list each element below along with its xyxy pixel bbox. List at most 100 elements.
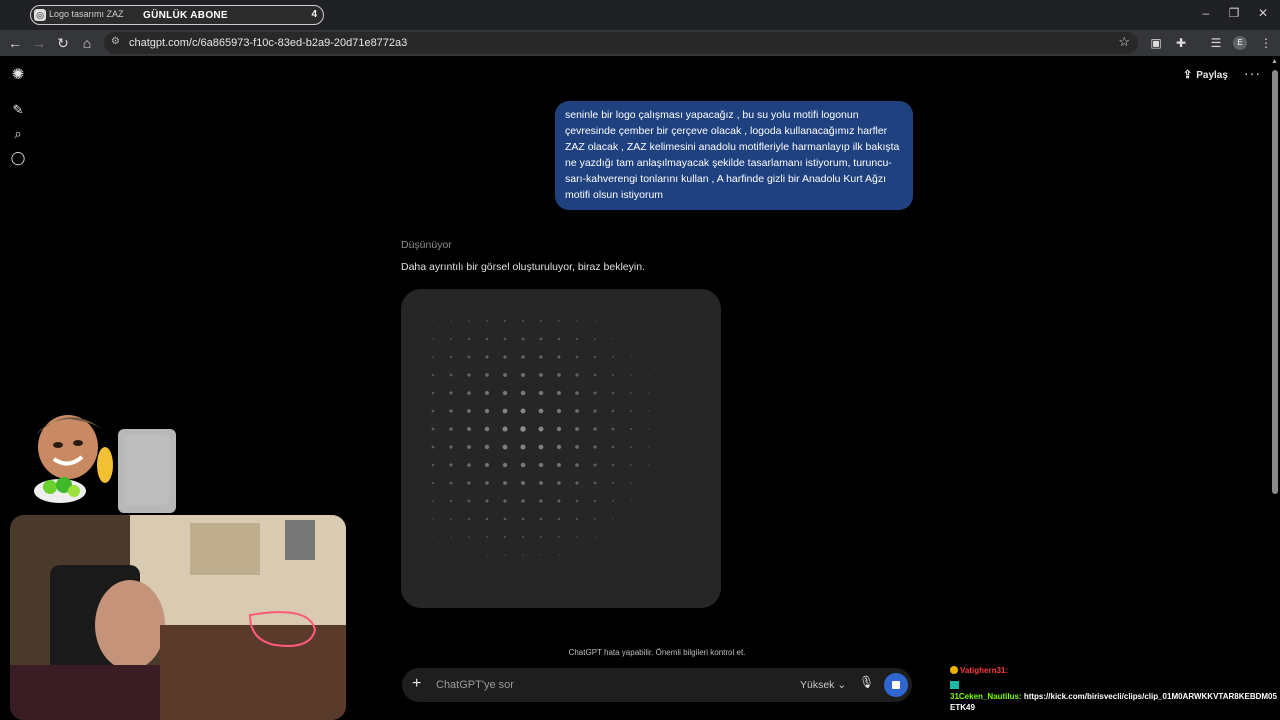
loading-dot [520, 426, 526, 432]
reasoning-level-label: Yüksek [800, 679, 835, 691]
stop-generation-button[interactable] [884, 673, 908, 697]
loading-dot [630, 464, 632, 466]
loading-dot [593, 355, 597, 359]
loading-dot [503, 373, 507, 377]
loading-dot [502, 408, 508, 414]
tab-search-icon[interactable]: ▣ [1147, 34, 1165, 52]
loading-dot [467, 409, 471, 413]
openai-logo-icon[interactable]: ✺ [9, 66, 27, 84]
chat-bubble-icon[interactable]: ◯ [9, 149, 27, 167]
reasoning-level-select[interactable]: Yüksek ⌄ [800, 679, 846, 691]
loading-dot [540, 554, 542, 556]
back-icon[interactable]: ← [6, 34, 24, 52]
disclaimer-text: ChatGPT hata yapabilir. Önemli bilgileri… [568, 648, 746, 657]
close-window-icon[interactable]: ✕ [1248, 6, 1278, 20]
share-label: Paylaş [1196, 70, 1228, 81]
loading-dot [502, 444, 508, 450]
loading-dot [467, 373, 471, 377]
loading-dot [449, 499, 453, 503]
loading-dot [539, 337, 543, 341]
loading-dot [485, 499, 489, 503]
share-button[interactable]: ⇪ Paylaş [1183, 68, 1228, 81]
minimize-icon[interactable]: – [1191, 6, 1221, 20]
loading-dot [449, 355, 453, 359]
extensions-icon[interactable]: ✚ [1172, 34, 1190, 52]
loading-dot [612, 338, 614, 340]
loading-dot [432, 536, 434, 538]
loading-dot [431, 355, 435, 359]
loading-dot [630, 392, 632, 394]
loading-dot [593, 391, 597, 395]
browser-tab[interactable]: ◎ Logo tasarımı ZAZ GÜNLÜK ABONE 4 [30, 5, 324, 25]
loading-dot [557, 337, 561, 341]
reload-icon[interactable]: ↻ [54, 34, 72, 52]
loading-dot [557, 355, 561, 359]
loading-dot [485, 535, 489, 539]
loading-dot [556, 408, 562, 414]
loading-dot [538, 462, 544, 468]
add-attachment-icon[interactable]: + [412, 675, 421, 693]
loading-dot [431, 409, 435, 413]
search-chats-icon[interactable]: ⌕ [9, 125, 27, 143]
more-options-icon[interactable]: ··· [1244, 65, 1261, 81]
loading-dot [575, 445, 579, 449]
loading-dot [539, 535, 543, 539]
forward-icon[interactable]: → [30, 34, 48, 52]
prompt-composer: + ChatGPT'ye sor Yüksek ⌄ 🎙 [402, 668, 912, 702]
loading-dot [520, 444, 526, 450]
loading-dot [575, 337, 579, 341]
loading-dot [648, 428, 650, 430]
loading-dot [485, 481, 489, 485]
chat-line-2: 31Ceken_Nautilus: https://kick.com/biris… [950, 680, 1280, 713]
home-icon[interactable]: ⌂ [78, 34, 96, 52]
site-info-icon[interactable]: ⚙ [111, 36, 120, 47]
loading-dot [521, 499, 525, 503]
loading-dot [611, 481, 615, 485]
loading-dot [629, 445, 633, 449]
loading-dot [611, 391, 615, 395]
loading-dot [629, 427, 633, 431]
bookmark-star-icon[interactable]: ☆ [1118, 34, 1130, 50]
loading-dot [593, 427, 597, 431]
maximize-icon[interactable]: ❐ [1219, 6, 1249, 20]
loading-dot [648, 464, 650, 466]
loading-dot-pattern [431, 319, 650, 556]
loading-dot [593, 463, 597, 467]
loading-dot [484, 408, 490, 414]
loading-dot [504, 554, 506, 556]
chat-line-1: Vatighern31: [950, 665, 1280, 676]
media-control-icon[interactable]: ☰ [1207, 34, 1225, 52]
new-chat-icon[interactable]: ✎ [9, 101, 27, 119]
loading-dot [431, 427, 435, 431]
chatgpt-favicon-icon: ◎ [34, 9, 46, 21]
scrollbar[interactable]: ▲ [1271, 58, 1279, 718]
loading-dot [612, 356, 614, 358]
address-bar[interactable]: ⚙ chatgpt.com/c/6a865973-f10c-83ed-b2a9-… [104, 32, 1138, 54]
prompt-input[interactable]: ChatGPT'ye sor [436, 679, 514, 691]
microphone-icon[interactable]: 🎙 [859, 675, 874, 693]
loading-dot [575, 499, 579, 503]
loading-dot [648, 374, 650, 376]
loading-dot [520, 408, 526, 414]
loading-dot [539, 517, 543, 521]
loading-dot [449, 463, 453, 467]
loading-dot [539, 355, 543, 359]
loading-dot [611, 409, 615, 413]
loading-dot [539, 481, 543, 485]
loading-dot [557, 319, 561, 323]
loading-dot [630, 482, 632, 484]
loading-dot [484, 426, 490, 432]
browser-menu-icon[interactable]: ⋮ [1257, 34, 1275, 52]
loading-dot [575, 463, 579, 467]
loading-dot [593, 445, 597, 449]
loading-dot [520, 462, 526, 468]
loading-dot [539, 319, 543, 323]
profile-avatar[interactable]: E [1233, 36, 1247, 50]
loading-dot [539, 499, 543, 503]
stop-icon [892, 681, 900, 689]
url-text[interactable]: chatgpt.com/c/6a865973-f10c-83ed-b2a9-20… [129, 37, 407, 49]
scroll-up-icon[interactable]: ▲ [1271, 58, 1278, 65]
scrollbar-thumb[interactable] [1272, 70, 1278, 494]
loading-dot [576, 536, 578, 538]
loading-dot [594, 338, 596, 340]
